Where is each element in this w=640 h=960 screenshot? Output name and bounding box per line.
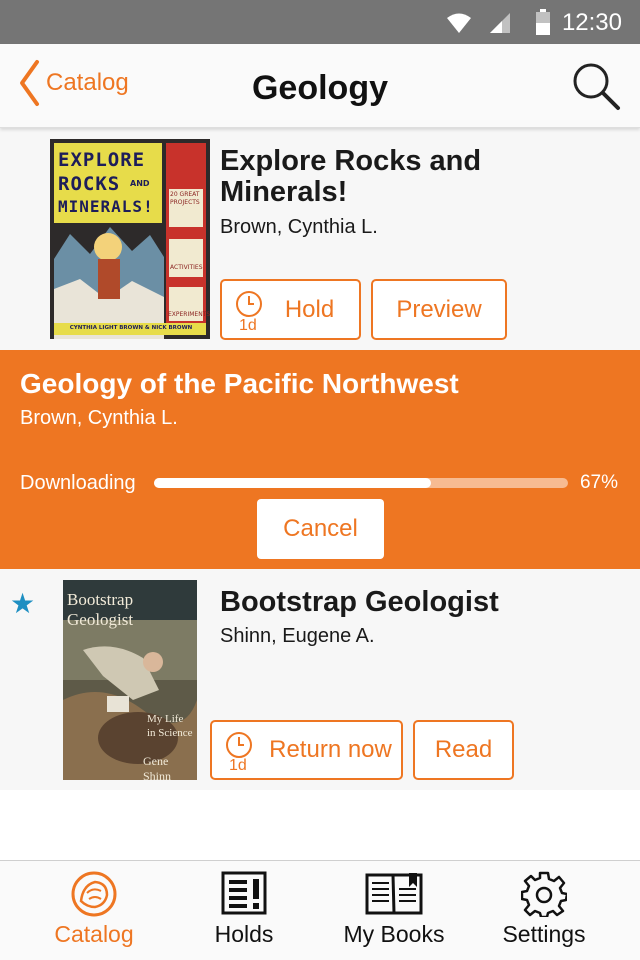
download-percent: 67% xyxy=(579,472,618,493)
gear-icon xyxy=(521,871,567,917)
status-bar: 12:30 xyxy=(0,0,640,44)
search-button[interactable] xyxy=(570,60,622,112)
holds-icon xyxy=(221,871,267,915)
book-title-line1: Explore Rocks and xyxy=(220,145,482,177)
tab-settings[interactable]: Settings xyxy=(464,861,624,960)
book-cover-bootstrap-geologist[interactable]: Bootstrap Geologist My Life in Science G… xyxy=(63,580,197,780)
cover-line1: EXPLORE xyxy=(58,149,146,171)
hold-button[interactable]: 1d Hold xyxy=(220,279,361,340)
app-bar: Catalog Geology xyxy=(0,44,640,128)
cover-line3: MINERALS! xyxy=(58,197,154,216)
cancel-download-button[interactable]: Cancel xyxy=(257,499,384,559)
return-now-button[interactable]: 1d Return now xyxy=(210,720,403,780)
tab-label: Settings xyxy=(502,921,586,947)
book-title: Geology of the Pacific Northwest xyxy=(20,368,459,399)
my-books-icon xyxy=(365,873,423,915)
cover-subtitle: My Life in Science xyxy=(147,712,197,740)
preview-button[interactable]: Preview xyxy=(371,279,507,340)
book-row-bootstrap-geologist[interactable]: ★ Bootstrap Geologist My Life in Science… xyxy=(0,569,640,790)
tab-label: Holds xyxy=(214,921,274,947)
book-cover-explore-rocks[interactable]: EXPLORE ROCKS AND MINERALS! 20 GREAT PRO… xyxy=(50,139,210,339)
cover-line2b: AND xyxy=(130,179,150,188)
download-progress-fill xyxy=(154,478,432,488)
cover-activities: ACTIVITIES xyxy=(170,264,203,271)
back-button-label: Catalog xyxy=(46,69,129,96)
status-time: 12:30 xyxy=(561,9,622,36)
tab-catalog[interactable]: Catalog xyxy=(14,861,174,960)
cover-subtitle-line2: in Science xyxy=(147,727,193,739)
cover-line2: ROCKS xyxy=(58,173,121,195)
cover-author: Gene Shinn xyxy=(143,754,172,780)
cover-authors: CYNTHIA LIGHT BROWN & NICK BROWN xyxy=(69,325,193,331)
return-button-label: Return now xyxy=(269,736,392,763)
tab-my-books[interactable]: My Books xyxy=(314,861,474,960)
cover-panel-text: 20 GREAT PROJECTS xyxy=(170,191,200,206)
cell-signal-icon xyxy=(490,13,510,33)
book-author: Brown, Cynthia L. xyxy=(20,407,178,429)
bottom-tab-bar: Catalog Holds My Books Settings xyxy=(0,860,640,960)
battery-icon xyxy=(536,9,550,35)
book-title: Bootstrap Geologist xyxy=(220,586,499,618)
wifi-icon xyxy=(447,13,471,33)
tab-label: My Books xyxy=(343,921,445,947)
book-author: Shinn, Eugene A. xyxy=(220,625,375,647)
tab-label: Catalog xyxy=(54,921,134,947)
book-row-downloading[interactable]: Geology of the Pacific Northwest Brown, … xyxy=(0,350,640,569)
cover-subtitle-line1: My Life xyxy=(147,713,184,725)
book-author: Brown, Cynthia L. xyxy=(220,216,378,238)
hold-time-label: 1d xyxy=(239,317,257,334)
cover-experiments: EXPERIMENTS xyxy=(168,311,210,318)
cover-title: Bootstrap Geologist xyxy=(67,590,134,629)
cancel-button-label: Cancel xyxy=(283,515,358,542)
book-row-explore-rocks[interactable]: EXPLORE ROCKS AND MINERALS! 20 GREAT PRO… xyxy=(0,128,640,350)
download-progress-bar xyxy=(154,478,568,488)
read-button[interactable]: Read xyxy=(413,720,514,780)
read-button-label: Read xyxy=(434,736,493,763)
chevron-left-icon xyxy=(20,60,39,106)
downloading-label: Downloading xyxy=(20,472,136,494)
tab-holds[interactable]: Holds xyxy=(164,861,324,960)
book-title-line2: Minerals! xyxy=(220,176,348,208)
hold-button-label: Hold xyxy=(284,295,335,323)
preview-button-label: Preview xyxy=(396,295,482,323)
back-button[interactable]: Catalog xyxy=(18,58,129,108)
star-icon: ★ xyxy=(10,588,36,619)
search-icon xyxy=(573,63,620,110)
lion-logo-icon xyxy=(71,871,117,917)
book-title: Explore Rocks and Minerals! xyxy=(220,146,481,208)
return-time-label: 1d xyxy=(229,757,247,774)
